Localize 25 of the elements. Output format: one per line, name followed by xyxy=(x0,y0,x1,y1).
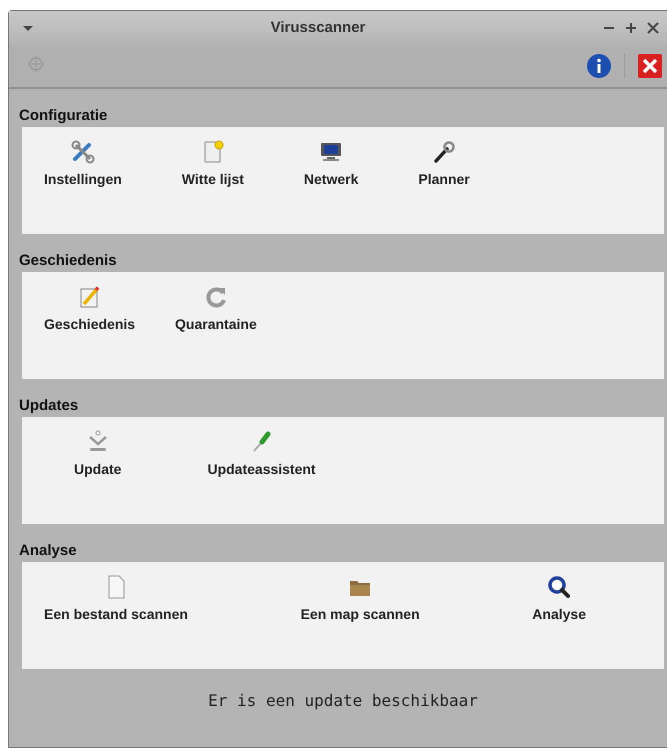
section-title: Geschiedenis xyxy=(18,251,118,271)
action-button[interactable]: Een bestand scannen xyxy=(36,572,196,627)
info-icon[interactable] xyxy=(586,53,612,79)
tools-icon xyxy=(70,139,96,165)
search-icon xyxy=(546,574,572,600)
action-button[interactable]: Netwerk xyxy=(296,137,366,192)
action-button[interactable]: Een map scannen xyxy=(292,572,428,627)
close-icon[interactable] xyxy=(647,22,659,34)
close-icon[interactable] xyxy=(637,53,663,79)
section-title: Analyse xyxy=(18,541,78,561)
action-button[interactable]: Instellingen xyxy=(36,137,130,192)
action-button[interactable]: Quarantaine xyxy=(167,282,265,337)
section-title: Configuratie xyxy=(18,106,108,126)
section-title: Updates xyxy=(18,396,80,416)
action-button[interactable]: Updateassistent xyxy=(199,427,324,482)
status-message: Er is een update beschikbaar xyxy=(207,690,479,712)
action-button[interactable]: Update xyxy=(66,427,130,482)
maximize-icon[interactable] xyxy=(625,22,637,34)
action-button[interactable]: Geschiedenis xyxy=(36,282,144,337)
wrench-icon xyxy=(431,139,458,165)
window-title: Virusscanner xyxy=(270,18,366,38)
action-button[interactable]: Planner xyxy=(410,137,478,192)
window-menu-icon[interactable] xyxy=(23,26,33,30)
action-button[interactable]: Analyse xyxy=(524,572,594,627)
action-button[interactable]: Witte lijst xyxy=(174,137,252,192)
